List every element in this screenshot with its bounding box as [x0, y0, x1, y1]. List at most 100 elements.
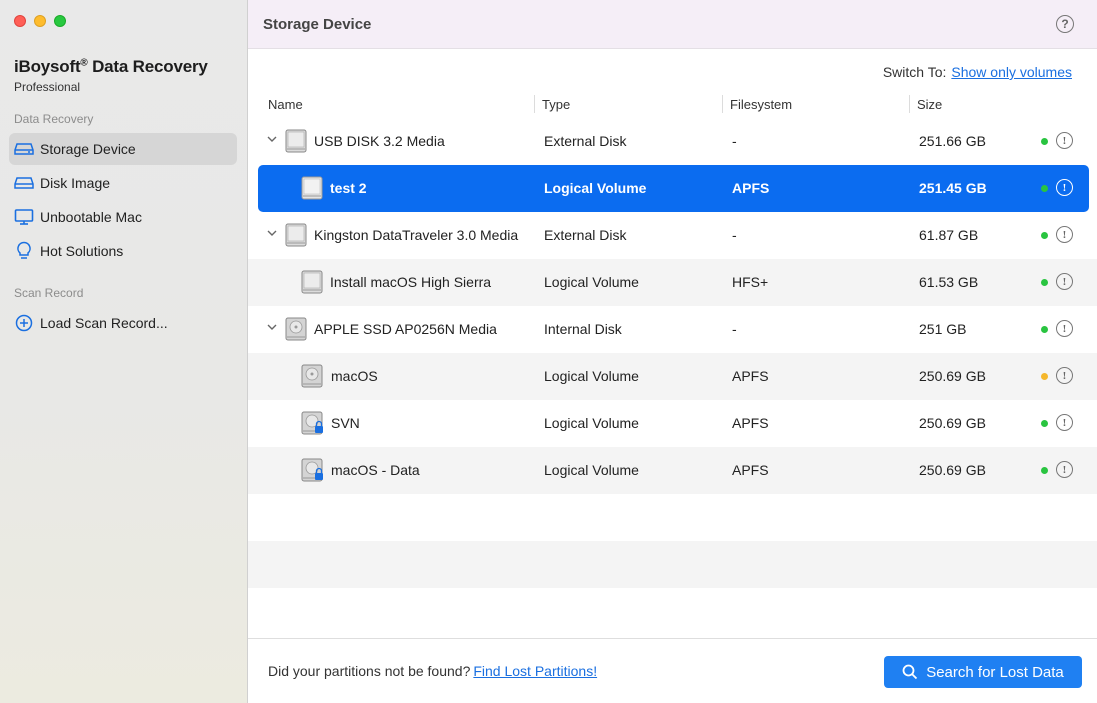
status-dot	[1041, 279, 1048, 286]
row-filesystem: -	[732, 133, 737, 149]
main-panel: Storage Device ? Switch To: Show only vol…	[248, 0, 1097, 703]
chevron-down-icon[interactable]	[266, 321, 278, 333]
column-header-filesystem[interactable]: Filesystem	[730, 97, 792, 112]
sidebar-item-label: Disk Image	[40, 175, 111, 191]
row-name: test 2	[330, 180, 367, 196]
row-name: SVN	[331, 415, 360, 431]
row-type: Logical Volume	[544, 415, 639, 431]
row-name: USB DISK 3.2 Media	[314, 133, 445, 149]
row-filesystem: -	[732, 321, 737, 337]
row-size: 250.69 GB	[919, 462, 986, 478]
row-filesystem: HFS+	[732, 274, 769, 290]
sidebar-item-label: Unbootable Mac	[40, 209, 142, 225]
row-name: macOS - Data	[331, 462, 420, 478]
table-row[interactable]: Install macOS High Sierra Logical Volume…	[248, 259, 1097, 306]
column-header-type[interactable]: Type	[542, 97, 570, 112]
info-icon[interactable]: !	[1056, 273, 1073, 290]
row-name: Kingston DataTraveler 3.0 Media	[314, 227, 519, 243]
row-type: Logical Volume	[544, 462, 639, 478]
column-header-name[interactable]: Name	[268, 97, 303, 112]
row-type: External Disk	[544, 133, 627, 149]
close-window-button[interactable]	[14, 15, 26, 27]
sidebar-item-unbootable-mac[interactable]: Unbootable Mac	[9, 201, 237, 233]
table-row[interactable]: macOS Logical Volume APFS 250.69 GB !	[248, 353, 1097, 400]
section-label-data-recovery: Data Recovery	[14, 112, 94, 126]
plus-circle-icon	[14, 313, 34, 333]
locked-volume-icon	[301, 458, 323, 482]
status-dot	[1041, 467, 1048, 474]
chevron-down-icon[interactable]	[266, 133, 278, 145]
status-dot	[1041, 185, 1048, 192]
info-icon[interactable]: !	[1056, 414, 1073, 431]
row-type: Internal Disk	[544, 321, 622, 337]
row-size: 251.45 GB	[919, 180, 987, 196]
column-divider	[722, 95, 723, 113]
app-title: iBoysoft® Data Recovery	[14, 57, 208, 76]
sidebar-item-storage-device[interactable]: Storage Device	[9, 133, 237, 165]
status-dot	[1041, 326, 1048, 333]
table-header: Name Type Filesystem Size	[248, 92, 1097, 118]
table-row[interactable]: USB DISK 3.2 Media External Disk - 251.6…	[248, 118, 1097, 165]
row-name: APPLE SSD AP0256N Media	[314, 321, 497, 337]
sidebar-item-disk-image[interactable]: Disk Image	[9, 167, 237, 199]
device-table: USB DISK 3.2 Media External Disk - 251.6…	[248, 118, 1097, 588]
switch-view: Switch To: Show only volumes	[883, 64, 1072, 80]
table-row[interactable]: Kingston DataTraveler 3.0 Media External…	[248, 212, 1097, 259]
table-row[interactable]: SVN Logical Volume APFS 250.69 GB !	[248, 400, 1097, 447]
window-controls	[14, 15, 66, 27]
sidebar-item-hot-solutions[interactable]: Hot Solutions	[9, 235, 237, 267]
search-icon	[902, 664, 918, 680]
info-icon[interactable]: !	[1056, 320, 1073, 337]
table-row[interactable]: APPLE SSD AP0256N Media Internal Disk - …	[248, 306, 1097, 353]
app-edition: Professional	[14, 80, 81, 94]
info-icon[interactable]: !	[1056, 132, 1073, 149]
info-icon[interactable]: !	[1056, 461, 1073, 478]
table-row[interactable]: macOS - Data Logical Volume APFS 250.69 …	[248, 447, 1097, 494]
row-size: 251 GB	[919, 321, 967, 337]
info-icon[interactable]: !	[1056, 367, 1073, 384]
sidebar-item-load-scan-record[interactable]: Load Scan Record...	[9, 307, 237, 339]
row-type: Logical Volume	[544, 368, 639, 384]
search-lost-data-button[interactable]: Search for Lost Data	[884, 656, 1082, 688]
info-icon[interactable]: !	[1056, 226, 1073, 243]
zoom-window-button[interactable]	[54, 15, 66, 27]
empty-row	[248, 494, 1097, 541]
row-filesystem: APFS	[732, 462, 769, 478]
row-type: Logical Volume	[544, 180, 647, 196]
volume-icon	[301, 364, 323, 388]
row-type: Logical Volume	[544, 274, 639, 290]
help-icon[interactable]: ?	[1056, 15, 1074, 33]
lightbulb-icon	[14, 241, 34, 261]
sidebar-item-label: Load Scan Record...	[40, 315, 168, 331]
volume-icon	[301, 176, 323, 200]
status-dot	[1041, 420, 1048, 427]
status-dot	[1041, 138, 1048, 145]
title-bar: Storage Device ?	[248, 0, 1097, 49]
internal-disk-icon	[285, 317, 307, 341]
monitor-icon	[14, 207, 34, 227]
row-size: 250.69 GB	[919, 415, 986, 431]
footer-bar: Did your partitions not be found? Find Lo…	[248, 638, 1097, 703]
status-dot	[1041, 232, 1048, 239]
page-title: Storage Device	[263, 16, 372, 33]
find-lost-partitions-link[interactable]: Find Lost Partitions!	[473, 663, 597, 679]
volume-icon	[301, 270, 323, 294]
row-size: 61.87 GB	[919, 227, 979, 243]
disk-image-icon	[14, 173, 34, 193]
switch-label: Switch To:	[882, 64, 947, 80]
column-divider	[909, 95, 910, 113]
row-name: Install macOS High Sierra	[330, 274, 492, 290]
minimize-window-button[interactable]	[34, 15, 46, 27]
footer-message: Did your partitions not be found?	[268, 663, 471, 679]
info-icon[interactable]: !	[1056, 179, 1073, 196]
row-filesystem: APFS	[732, 368, 769, 384]
show-only-volumes-link[interactable]: Show only volumes	[951, 64, 1072, 80]
row-filesystem: APFS	[732, 180, 770, 196]
row-filesystem: APFS	[732, 415, 769, 431]
chevron-down-icon[interactable]	[266, 227, 278, 239]
sidebar: iBoysoft® Data Recovery Professional Dat…	[0, 0, 248, 703]
table-row-selected[interactable]: test 2 Logical Volume APFS 251.45 GB !	[258, 165, 1089, 212]
search-button-label: Search for Lost Data	[926, 663, 1064, 681]
sidebar-item-label: Storage Device	[40, 141, 136, 157]
column-header-size[interactable]: Size	[917, 97, 942, 112]
